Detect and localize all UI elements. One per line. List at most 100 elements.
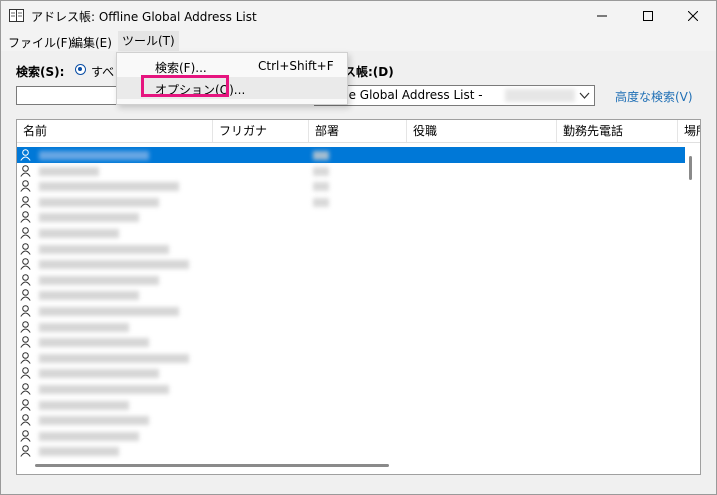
search-scope-label: すべ	[91, 65, 115, 79]
column-header: 名前 フリガナ 部署 役職 勤務先電話 場所 ^	[17, 119, 700, 143]
person-icon	[20, 227, 31, 239]
contact-name-redacted	[39, 275, 159, 285]
address-book-value: ne Global Address List -	[341, 88, 483, 102]
table-row[interactable]	[17, 163, 685, 179]
person-icon	[20, 305, 31, 317]
column-title[interactable]: 役職	[407, 120, 557, 142]
search-scope-radio[interactable]	[75, 64, 86, 75]
person-icon	[20, 351, 31, 364]
table-row[interactable]	[17, 334, 685, 350]
table-row[interactable]	[17, 178, 685, 194]
column-department[interactable]: 部署	[309, 120, 407, 142]
contact-name-redacted	[39, 244, 169, 254]
contact-dept-redacted	[313, 182, 329, 192]
contact-name-redacted	[39, 213, 139, 223]
person-icon	[20, 398, 31, 411]
person-icon	[20, 258, 31, 270]
table-row[interactable]	[17, 256, 685, 272]
contact-name-redacted	[39, 384, 169, 394]
minimize-icon	[597, 15, 607, 17]
table-row[interactable]	[17, 209, 685, 225]
address-book-select[interactable]: ne Global Address List -	[314, 85, 595, 106]
table-row[interactable]	[17, 225, 685, 241]
contact-rows	[17, 147, 685, 459]
maximize-icon	[643, 11, 653, 21]
table-row[interactable]	[17, 428, 685, 444]
contact-name-redacted	[39, 182, 179, 192]
person-icon	[20, 195, 31, 208]
menu-item-find-label: 検索(F)...	[155, 61, 207, 75]
window-title: アドレス帳: Offline Global Address List	[31, 10, 257, 24]
person-icon	[20, 414, 31, 426]
title-bar: アドレス帳: Offline Global Address List	[1, 1, 716, 31]
contact-name-redacted	[39, 447, 119, 457]
table-row[interactable]	[17, 397, 685, 413]
contact-name-redacted	[39, 369, 159, 379]
person-icon	[20, 367, 31, 380]
contact-name-redacted	[39, 322, 129, 332]
horizontal-scrollbar[interactable]	[35, 464, 389, 467]
contact-name-redacted	[39, 166, 99, 176]
person-icon	[20, 445, 31, 458]
address-book-icon	[9, 9, 24, 22]
contact-name-redacted	[39, 400, 129, 410]
contact-name-redacted	[39, 197, 159, 207]
person-icon	[20, 429, 31, 442]
person-icon	[20, 289, 31, 302]
menu-edit[interactable]: 編集(E)	[71, 34, 112, 51]
search-label: 検索(S):	[16, 65, 65, 79]
person-icon	[20, 320, 31, 333]
contact-name-redacted	[39, 416, 149, 426]
table-row[interactable]	[17, 287, 685, 303]
person-icon	[20, 164, 31, 177]
maximize-button[interactable]	[625, 1, 671, 31]
table-row[interactable]	[17, 365, 685, 381]
contact-name-redacted	[39, 151, 149, 160]
table-row[interactable]	[17, 319, 685, 335]
table-row[interactable]	[17, 443, 685, 459]
contact-list[interactable]: 名前 フリガナ 部署 役職 勤務先電話 場所 ^	[16, 119, 701, 475]
contact-name-redacted	[39, 431, 139, 441]
menu-tools[interactable]: ツール(T)	[118, 31, 179, 51]
address-book-window: アドレス帳: Offline Global Address List ファイル(…	[0, 0, 717, 495]
table-row[interactable]	[17, 194, 685, 210]
vertical-scrollbar[interactable]	[689, 156, 692, 180]
close-icon	[688, 11, 698, 21]
person-icon	[20, 383, 31, 395]
menu-bar: ファイル(F) 編集(E) ツール(T)	[1, 31, 716, 51]
person-icon	[20, 180, 31, 192]
address-book-label: ス帳:(D)	[344, 65, 394, 79]
close-button[interactable]	[670, 1, 716, 31]
contact-name-redacted	[39, 260, 189, 270]
contact-dept-redacted	[313, 151, 329, 160]
table-row[interactable]	[17, 147, 685, 163]
person-icon	[20, 149, 31, 161]
table-row[interactable]	[17, 272, 685, 288]
contact-name-redacted	[39, 338, 149, 348]
person-icon	[20, 242, 31, 255]
person-icon	[20, 273, 31, 286]
table-row[interactable]	[17, 350, 685, 366]
table-row[interactable]	[17, 241, 685, 257]
table-row[interactable]	[17, 381, 685, 397]
column-location[interactable]: 場所	[678, 120, 700, 142]
contact-dept-redacted	[313, 166, 329, 176]
table-row[interactable]	[17, 412, 685, 428]
sort-indicator: ^	[257, 119, 266, 126]
contact-name-redacted	[39, 291, 139, 301]
address-book-name-redacted	[505, 89, 575, 102]
column-name[interactable]: 名前	[17, 120, 213, 142]
person-icon	[20, 211, 31, 224]
contact-name-redacted	[39, 353, 189, 363]
advanced-search-link[interactable]: 高度な検索(V)	[615, 88, 693, 105]
minimize-button[interactable]	[579, 1, 625, 31]
chevron-down-icon	[579, 92, 590, 99]
column-business-phone[interactable]: 勤務先電話	[557, 120, 678, 142]
menu-file[interactable]: ファイル(F)	[8, 34, 72, 51]
person-icon	[20, 336, 31, 348]
table-row[interactable]	[17, 303, 685, 319]
contact-dept-redacted	[313, 197, 329, 207]
menu-item-find[interactable]: 検索(F)... Ctrl+Shift+F	[117, 55, 347, 77]
contact-name-redacted	[39, 228, 119, 238]
contact-name-redacted	[39, 306, 179, 316]
